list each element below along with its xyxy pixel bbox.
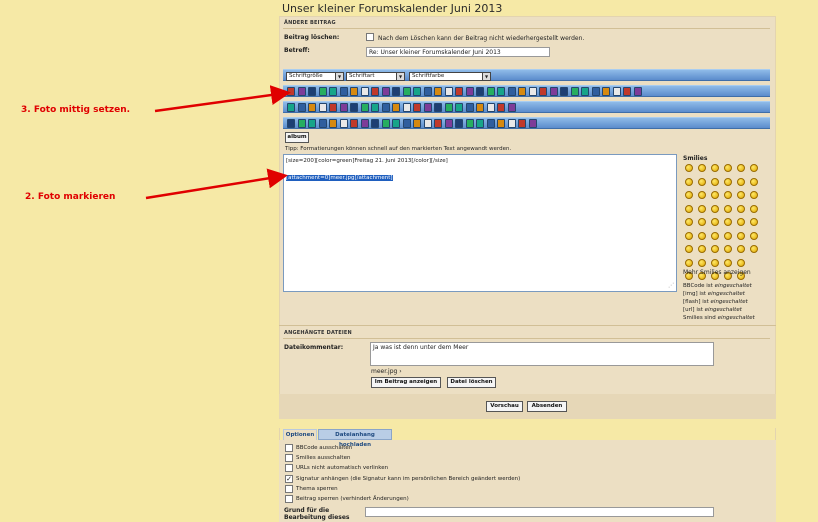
arrow-to-selected-text-icon	[145, 168, 288, 200]
annotation-arrows	[145, 85, 291, 200]
arrow-to-center-button-icon	[154, 85, 291, 113]
